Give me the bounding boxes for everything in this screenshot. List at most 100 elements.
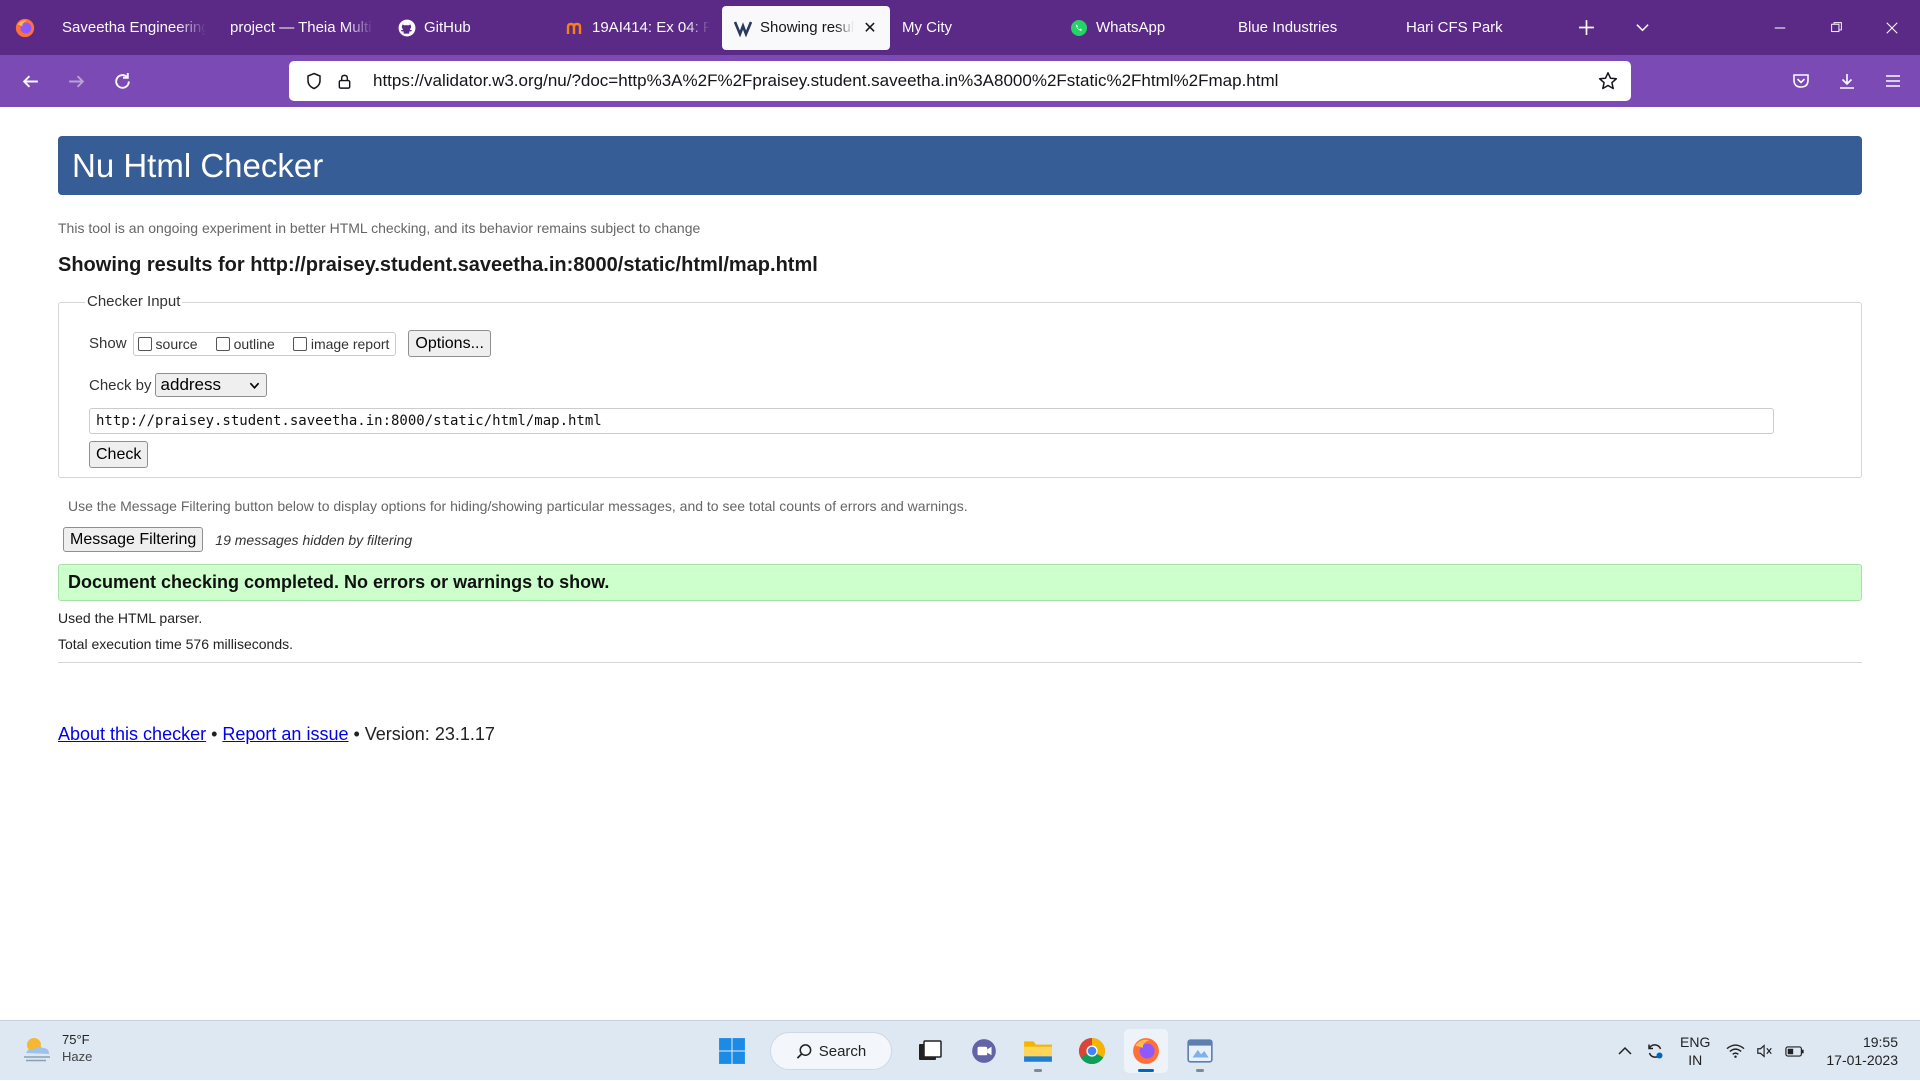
hamburger-menu-icon[interactable]	[1870, 61, 1916, 101]
search-label: Search	[818, 1042, 867, 1060]
report-issue-link[interactable]: Report an issue	[222, 724, 348, 744]
tab-theia[interactable]: project — Theia Multi	[218, 5, 386, 51]
taskbar-apps: Search	[710, 1029, 1222, 1073]
show-checkbox-group: source outline image report	[132, 331, 397, 356]
chevron-down-icon	[249, 382, 259, 389]
back-arrow-icon[interactable]	[7, 61, 53, 101]
url-text[interactable]: https://validator.w3.org/nu/?doc=http%3A…	[373, 71, 1278, 91]
results-heading: Showing results for http://praisey.stude…	[58, 254, 818, 276]
address-bar[interactable]: https://validator.w3.org/nu/?doc=http%3A…	[289, 61, 1631, 101]
running-indicator	[1034, 1069, 1042, 1072]
footer-separator: •	[206, 724, 223, 744]
page-content: Nu Html Checker This tool is an ongoing …	[0, 107, 1920, 1020]
weather-text: 75°F Haze	[62, 1031, 92, 1065]
weather-condition: Haze	[62, 1049, 93, 1064]
weather-temperature: 75°F	[62, 1032, 90, 1047]
chrome-icon[interactable]	[1070, 1029, 1114, 1073]
outline-checkbox[interactable]	[215, 336, 230, 351]
teams-chat-icon[interactable]	[962, 1029, 1006, 1073]
weather-widget[interactable]: 75°F Haze	[20, 1031, 92, 1065]
wifi-icon[interactable]	[1720, 1036, 1750, 1066]
pocket-icon[interactable]	[1778, 61, 1824, 101]
tab-whatsapp[interactable]: WhatsApp	[1058, 5, 1226, 51]
check-by-label: Check by	[89, 376, 152, 394]
check-button[interactable]: Check	[89, 441, 149, 468]
github-icon	[398, 19, 416, 37]
minimize-window-icon[interactable]	[1752, 0, 1808, 55]
close-tab-icon[interactable]: ✕	[862, 18, 878, 38]
image-report-checkbox[interactable]	[292, 336, 307, 351]
tab-hari-cfs-park[interactable]: Hari CFS Park	[1394, 5, 1562, 51]
browser-nav-bar: https://validator.w3.org/nu/?doc=http%3A…	[0, 55, 1920, 107]
tab-label: 19AI414: Ex 04: Pl	[592, 19, 710, 36]
tab-19ai414[interactable]: 19AI414: Ex 04: Pl	[554, 5, 722, 51]
battery-icon[interactable]	[1780, 1036, 1810, 1066]
tab-blue-industries[interactable]: Blue Industries	[1226, 5, 1394, 51]
intro-text: This tool is an ongoing experiment in be…	[58, 220, 701, 236]
firefox-menu-icon[interactable]	[0, 0, 50, 55]
options-button[interactable]: Options...	[408, 330, 491, 357]
image-report-label: image report	[310, 335, 390, 352]
bookmark-star-icon[interactable]	[1593, 66, 1623, 96]
clock-date: 17-01-2023	[1826, 1052, 1898, 1068]
show-label: Show	[89, 335, 127, 352]
reload-icon[interactable]	[99, 61, 145, 101]
tab-my-city[interactable]: My City	[890, 5, 1058, 51]
downloads-icon[interactable]	[1824, 61, 1870, 101]
tab-saveetha-engineering[interactable]: Saveetha Engineering	[50, 5, 218, 51]
start-windows-icon[interactable]	[710, 1029, 754, 1073]
tab-label: My City	[902, 19, 952, 36]
check-by-selected-value: address	[160, 375, 222, 394]
restore-window-icon[interactable]	[1808, 0, 1864, 55]
success-message-box: Document checking completed. No errors o…	[58, 564, 1862, 601]
speaker-muted-icon[interactable]	[1750, 1036, 1780, 1066]
hidden-messages-count: 19 messages hidden by filtering	[215, 531, 413, 548]
tab-showing-results[interactable]: Showing results ✕	[722, 5, 890, 50]
tab-github[interactable]: GitHub	[386, 5, 554, 51]
search-icon	[796, 1043, 812, 1059]
version-text: • Version: 23.1.17	[348, 724, 495, 744]
w3c-validator-icon	[734, 19, 752, 37]
show-image-report-option[interactable]: image report	[292, 335, 390, 352]
taskbar-clock[interactable]: 19:55 17-01-2023	[1826, 1033, 1898, 1069]
lock-icon[interactable]	[329, 66, 359, 96]
check-by-select[interactable]: address	[154, 373, 267, 397]
page-footer: About this checker • Report an issue • V…	[58, 724, 495, 745]
tab-label: project — Theia Multi	[230, 19, 372, 36]
new-tab-plus-icon[interactable]	[1558, 0, 1614, 55]
running-indicator	[1196, 1069, 1204, 1072]
message-filtering-row: Message Filtering 19 messages hidden by …	[63, 527, 412, 552]
show-hidden-icons-chevron-up-icon[interactable]	[1610, 1036, 1640, 1066]
about-checker-link[interactable]: About this checker	[58, 724, 206, 744]
checker-input-legend: Checker Input	[85, 293, 183, 310]
file-explorer-icon[interactable]	[1016, 1029, 1060, 1073]
task-view-icon[interactable]	[908, 1029, 952, 1073]
tab-label: GitHub	[424, 19, 471, 36]
list-all-tabs-chevron-icon[interactable]	[1614, 0, 1670, 55]
show-outline-option[interactable]: outline	[215, 336, 275, 352]
success-message: Document checking completed. No errors o…	[68, 572, 610, 592]
region-code: IN	[1688, 1052, 1703, 1068]
source-checkbox[interactable]	[137, 336, 152, 351]
close-window-icon[interactable]	[1864, 0, 1920, 55]
firefox-taskbar-icon[interactable]	[1124, 1029, 1168, 1073]
document-url-input[interactable]: http://praisey.student.saveetha.in:8000/…	[89, 408, 1774, 434]
paint-app-icon[interactable]	[1178, 1029, 1222, 1073]
tab-label: Blue Industries	[1238, 19, 1338, 36]
sync-icon[interactable]	[1640, 1036, 1670, 1066]
source-label: source	[155, 335, 198, 352]
message-filtering-button[interactable]: Message Filtering	[63, 527, 204, 552]
taskbar-search[interactable]: Search	[770, 1032, 892, 1070]
whatsapp-icon	[1070, 19, 1088, 37]
forward-arrow-icon[interactable]	[53, 61, 99, 101]
tab-label: Showing results	[760, 19, 854, 36]
language-code: ENG	[1680, 1034, 1711, 1050]
tracking-protection-shield-icon[interactable]	[299, 66, 329, 96]
input-language-indicator[interactable]: ENG IN	[1680, 1033, 1710, 1069]
show-options-row: Show source outline image report Options…	[89, 330, 491, 357]
show-source-option[interactable]: source	[137, 335, 198, 352]
check-by-row: Check by address	[89, 373, 267, 397]
divider	[58, 662, 1862, 663]
message-filtering-note: Use the Message Filtering button below t…	[68, 498, 968, 514]
tab-label: Saveetha Engineering	[62, 19, 206, 36]
